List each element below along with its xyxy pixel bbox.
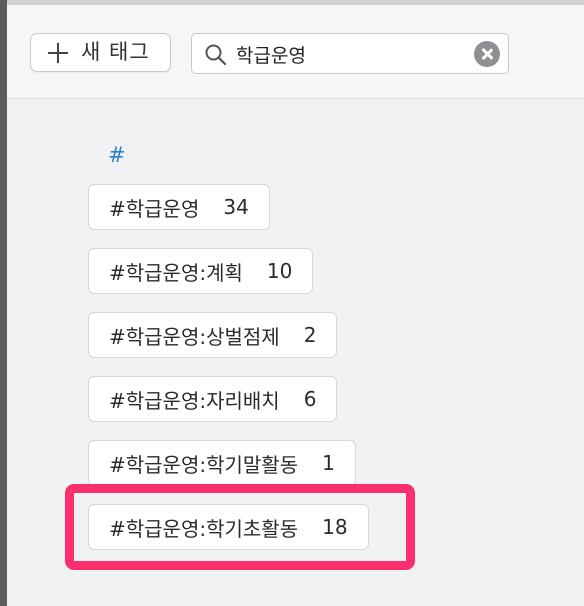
toolbar: 새 태그	[7, 5, 584, 99]
search-input[interactable]	[236, 40, 464, 68]
highlight-annotation-box	[65, 484, 415, 570]
tag-count: 2	[303, 323, 317, 347]
tag-count: 34	[223, 195, 249, 219]
search-box[interactable]	[191, 33, 509, 74]
tag-chip[interactable]: #학급운영:상벌점제 2	[88, 312, 338, 358]
tag-count: 6	[303, 387, 317, 411]
new-tag-button-label: 새 태그	[81, 40, 150, 64]
window-left-edge	[0, 0, 7, 606]
tag-name: #학급운영:자리배치	[109, 388, 280, 413]
tag-section-header: #	[108, 143, 126, 167]
new-tag-button[interactable]: 새 태그	[30, 33, 171, 72]
tag-chip[interactable]: #학급운영:학기말활동 1	[88, 440, 356, 486]
tag-name: #학급운영:학기말활동	[109, 452, 299, 477]
tag-list-panel: # #학급운영 34 #학급운영:계획 10 #학급운영:상벌점제 2 #학급운…	[7, 99, 584, 606]
tag-chip[interactable]: #학급운영:계획 10	[88, 248, 314, 294]
plus-icon	[48, 43, 68, 63]
tag-chip[interactable]: #학급운영:자리배치 6	[88, 376, 338, 422]
tag-name: #학급운영:계획	[109, 260, 243, 285]
clear-search-icon[interactable]	[474, 41, 500, 67]
search-icon	[205, 44, 227, 66]
tag-chip[interactable]: #학급운영 34	[88, 184, 270, 230]
tag-count: 10	[266, 259, 293, 283]
tag-name: #학급운영:상벌점제	[109, 324, 280, 349]
tag-count: 1	[322, 451, 335, 475]
tag-name: #학급운영	[109, 196, 200, 221]
